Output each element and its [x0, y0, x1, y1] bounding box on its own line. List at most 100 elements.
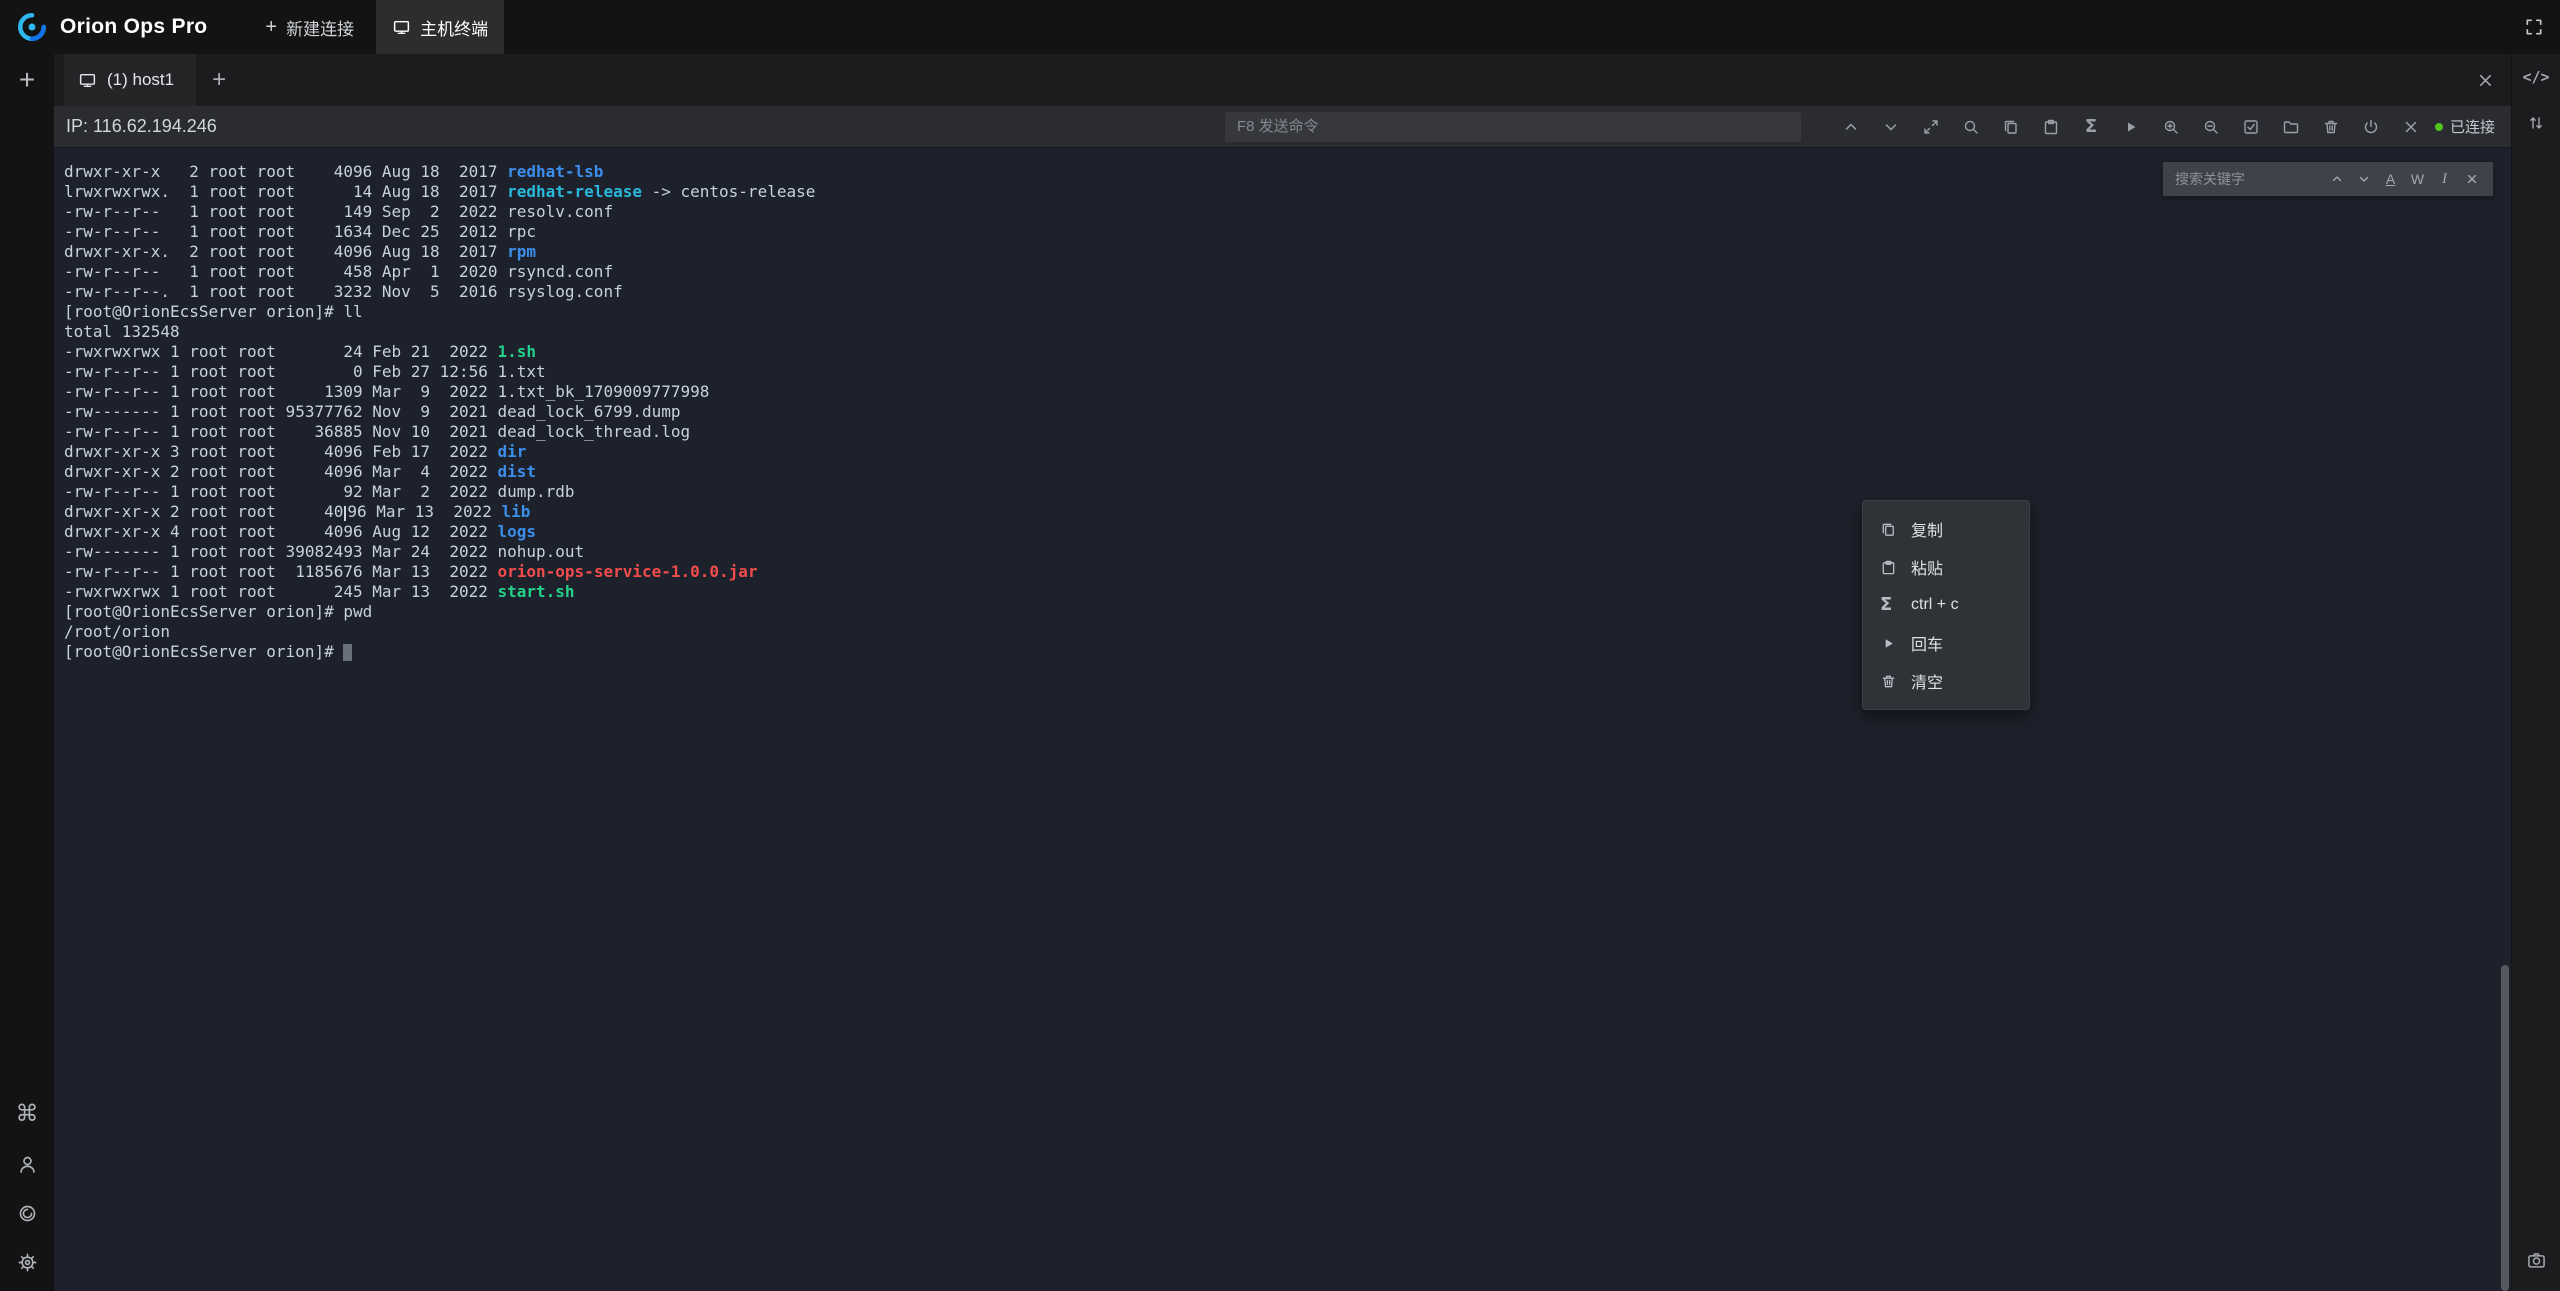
menu-item-label: 粘贴 [1911, 555, 1943, 579]
terminal-line: -rw-r--r-- 1 root root 1309 Mar 9 2022 1… [64, 382, 2511, 402]
camera-icon [2526, 1250, 2547, 1271]
scroll-top-button[interactable] [1831, 111, 1871, 143]
regex-button[interactable]: I [2431, 166, 2458, 193]
disconnect-button[interactable] [2351, 111, 2391, 143]
select-button[interactable] [2231, 111, 2271, 143]
menu-item-enter[interactable]: 回车 [1863, 624, 2029, 662]
tab-host1-label: (1) host1 [107, 70, 174, 90]
find-next-button[interactable] [2350, 166, 2377, 193]
whole-word-button[interactable]: W [2404, 166, 2431, 193]
terminal-line: drwxr-xr-x. 2 root root 4096 Aug 18 2017… [64, 242, 2511, 262]
trash-icon [2322, 118, 2340, 136]
sftp-button[interactable] [2271, 111, 2311, 143]
play-icon [1880, 635, 1898, 652]
copy-icon [1880, 521, 1898, 538]
clear-button[interactable] [2311, 111, 2351, 143]
ip-address-label: IP: 116.62.194.246 [66, 116, 217, 137]
left-sidebar: + ⌘ [0, 54, 54, 1291]
enter-button[interactable] [2111, 111, 2151, 143]
terminal-line: drwxr-xr-x 2 root root 4096 Mar 4 2022 d… [64, 462, 2511, 482]
close-session-button[interactable] [2391, 111, 2431, 143]
match-case-button[interactable]: A [2377, 166, 2404, 193]
search-input[interactable] [2175, 171, 2323, 187]
terminal-line: drwxr-xr-x 2 root root 4096 Mar 13 2022 … [64, 502, 2511, 522]
fullscreen-button[interactable] [2524, 17, 2544, 37]
interrupt-button[interactable]: Σ [2071, 111, 2111, 143]
new-tab-button[interactable]: + [212, 68, 226, 92]
paste-icon [2042, 118, 2060, 136]
commands-button[interactable]: ⌘ [16, 1103, 39, 1126]
terminal-line: [root@OrionEcsServer orion]# ll [64, 302, 2511, 322]
code-panel-button[interactable]: </> [2522, 68, 2549, 86]
terminal-scrollbar[interactable] [2501, 965, 2509, 1291]
terminal-tab-bar: (1) host1 + [54, 54, 2511, 106]
sigma-icon: Σ [2085, 118, 2097, 136]
close-search-button[interactable] [2458, 166, 2485, 193]
screenshot-button[interactable] [2526, 1250, 2547, 1271]
power-icon [2362, 118, 2380, 136]
host-terminal-label: 主机终端 [420, 15, 488, 40]
add-connection-button[interactable]: + [19, 66, 35, 94]
switch-layout-button[interactable] [2527, 114, 2545, 132]
terminal-line: -rw------- 1 root root 39082493 Mar 24 2… [64, 542, 2511, 562]
theme-button[interactable] [17, 1203, 38, 1224]
menu-item-clear[interactable]: 清空 [1863, 662, 2029, 700]
host-terminal-tab[interactable]: 主机终端 [376, 0, 504, 54]
checkbox-icon [2242, 118, 2260, 136]
monitor-icon [78, 71, 97, 90]
terminal-line: total 132548 [64, 322, 2511, 342]
command-input[interactable] [1225, 112, 1801, 142]
zoom-out-icon [2202, 118, 2220, 136]
search-icon [1962, 118, 1980, 136]
arrows-up-down-icon [2527, 114, 2545, 132]
scroll-bottom-button[interactable] [1871, 111, 1911, 143]
find-prev-button[interactable] [2323, 166, 2350, 193]
zoom-in-button[interactable] [2151, 111, 2191, 143]
paste-button[interactable] [2031, 111, 2071, 143]
menu-item-label: 复制 [1911, 517, 1943, 541]
copy-button[interactable] [1991, 111, 2031, 143]
open-new-window-button[interactable] [1911, 111, 1951, 143]
zoom-in-icon [2162, 118, 2180, 136]
app-logo-icon [16, 11, 48, 43]
terminal-line: [root@OrionEcsServer orion]# pwd [64, 602, 2511, 622]
menu-item-ctrl-c[interactable]: Σ ctrl + c [1863, 586, 2029, 624]
toolbar-buttons: Σ [1831, 111, 2431, 143]
main-area: (1) host1 + IP: 116.62.194.246 [54, 54, 2511, 1291]
status-dot [2435, 123, 2443, 131]
close-terminal-button[interactable] [2476, 71, 2495, 90]
terminal-line: /root/orion [64, 622, 2511, 642]
plus-icon: + [212, 66, 226, 93]
menu-item-paste[interactable]: 粘贴 [1863, 548, 2029, 586]
terminal-line: -rw-r--r-- 1 root root 92 Mar 2 2022 dum… [64, 482, 2511, 502]
terminal-line: -rwxrwxrwx 1 root root 24 Feb 21 2022 1.… [64, 342, 2511, 362]
menu-item-label: 清空 [1911, 669, 1943, 693]
terminal-line: -rwxrwxrwx 1 root root 245 Mar 13 2022 s… [64, 582, 2511, 602]
fullscreen-icon [2524, 17, 2544, 37]
chevron-down-icon [2357, 172, 2371, 186]
terminal-line: -rw-r--r-- 1 root root 0 Feb 27 12:56 1.… [64, 362, 2511, 382]
new-connection-label: 新建连接 [286, 15, 354, 40]
sigma-icon: Σ [1880, 596, 1898, 614]
search-button[interactable] [1951, 111, 1991, 143]
zoom-out-button[interactable] [2191, 111, 2231, 143]
terminal[interactable]: drwxr-xr-x 2 root root 4096 Aug 18 2017 … [54, 148, 2511, 1291]
new-connection-button[interactable]: + 新建连接 [249, 0, 370, 54]
plus-icon: + [19, 64, 35, 95]
terminal-line: [root@OrionEcsServer orion]# [64, 642, 2511, 662]
terminal-line: -rw-r--r-- 1 root root 36885 Nov 10 2021… [64, 422, 2511, 442]
plus-icon: + [265, 17, 277, 37]
terminal-line: -rw------- 1 root root 95377762 Nov 9 20… [64, 402, 2511, 422]
app-title: Orion Ops Pro [60, 15, 207, 39]
user-button[interactable] [17, 1154, 38, 1175]
close-icon [2465, 172, 2479, 186]
settings-button[interactable] [17, 1252, 38, 1273]
tab-host1[interactable]: (1) host1 [64, 54, 196, 106]
terminal-line: -rw-r--r-- 1 root root 1185676 Mar 13 20… [64, 562, 2511, 582]
command-icon: ⌘ [16, 1103, 39, 1126]
sidebar-bottom-group: ⌘ [16, 1103, 39, 1273]
close-icon [2402, 118, 2420, 136]
menu-item-copy[interactable]: 复制 [1863, 510, 2029, 548]
swirl-icon [17, 1203, 38, 1224]
terminal-line: lrwxrwxrwx. 1 root root 14 Aug 18 2017 r… [64, 182, 2511, 202]
